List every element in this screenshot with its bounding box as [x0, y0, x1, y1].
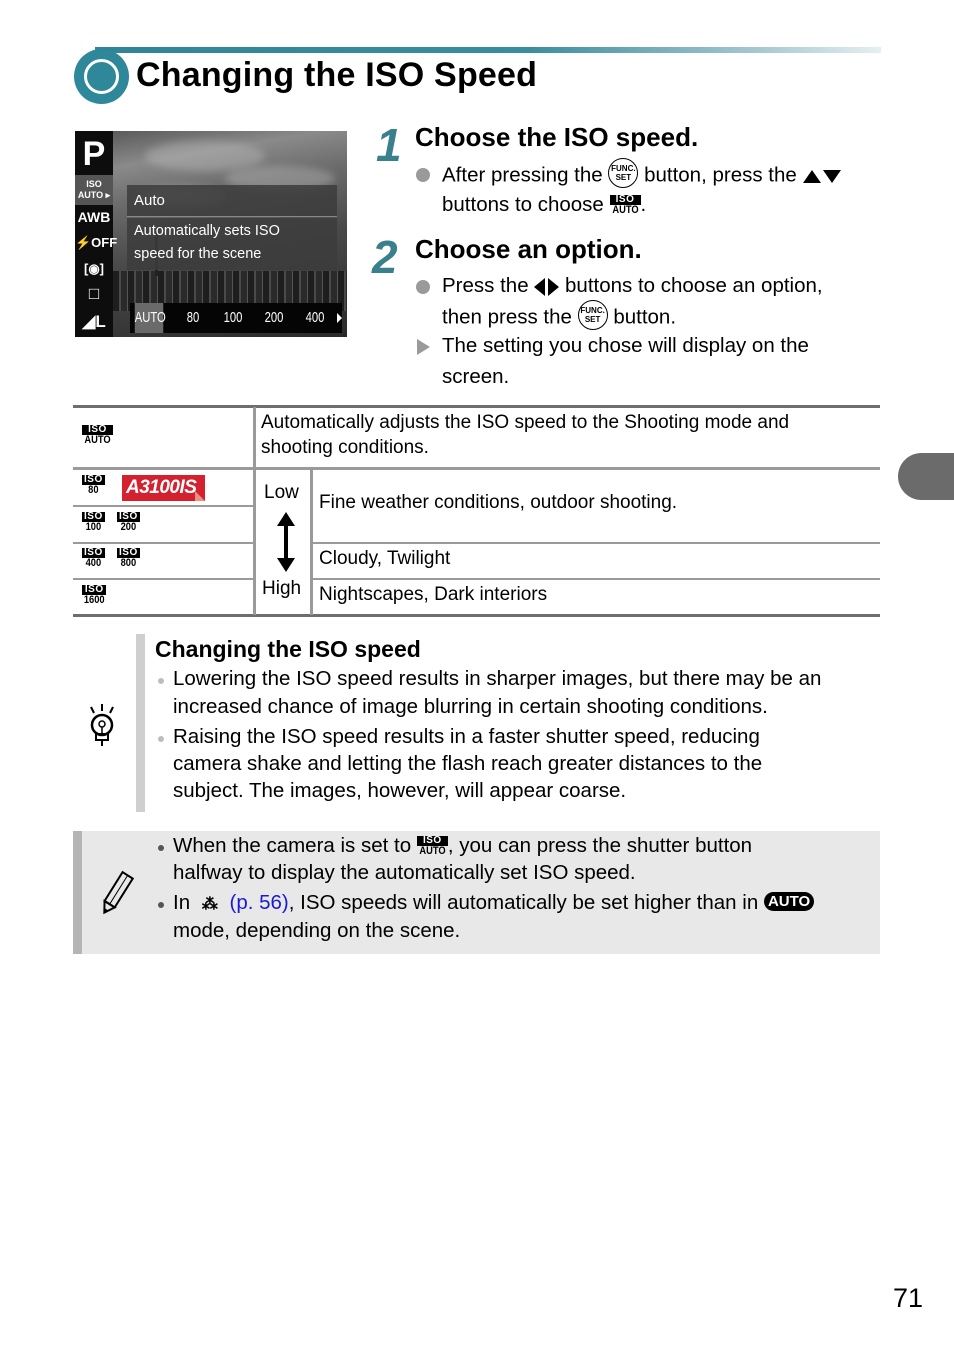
note-text: halfway to display the automatically set… — [173, 861, 636, 884]
page-link[interactable]: (p. 56) — [230, 891, 289, 914]
metering-icon: [◉] — [83, 261, 104, 276]
table-cell: Cloudy, Twilight — [319, 548, 451, 569]
iso-auto-icon: ISO AUTO — [609, 195, 641, 216]
bullet-icon — [158, 678, 164, 684]
step-instruction: After pressing the FUNC. SET button, pres… — [442, 158, 841, 191]
scale-low-label: Low — [264, 482, 299, 503]
table-cell: Nightscapes, Dark interiors — [319, 584, 548, 605]
bullet-icon — [158, 902, 164, 908]
tip-text: Raising the ISO speed results in a faste… — [173, 725, 760, 748]
iso-80-icon: ISO 80 — [82, 474, 105, 496]
lightbulb-icon — [90, 704, 114, 746]
iso-400-icon: ISO 400 — [82, 547, 105, 569]
note-divider — [73, 831, 82, 954]
note-text: mode, depending on the scene. — [173, 919, 461, 942]
tip-text: Lowering the ISO speed results in sharpe… — [173, 667, 822, 690]
left-arrow-icon — [534, 277, 546, 296]
step-result: screen. — [442, 365, 510, 388]
bullet-icon — [158, 736, 164, 742]
tip-divider — [136, 634, 145, 812]
tip-text: camera shake and letting the flash reach… — [173, 752, 763, 775]
bullet-icon — [416, 280, 430, 294]
iso-auto-icon: ISO AUTO — [82, 425, 113, 446]
table-cell: shooting conditions. — [261, 437, 429, 458]
table-cell: Fine weather conditions, outdoor shootin… — [319, 492, 678, 513]
down-arrow-icon — [822, 169, 841, 183]
scale-high-label: High — [262, 578, 302, 599]
page-title: Changing the ISO Speed — [136, 56, 538, 94]
bullet-icon — [416, 168, 430, 182]
iso-option: 200 — [264, 309, 284, 326]
auto-mode-icon: AUTO — [763, 892, 815, 912]
popup-title: Auto — [127, 185, 337, 217]
iso-option: 80 — [186, 309, 200, 326]
page-number: 71 — [893, 1283, 924, 1313]
tip-title: Changing the ISO speed — [155, 636, 421, 662]
drive-mode-icon: □ — [88, 284, 100, 303]
note-text: In ⁂ (p. 56), ISO speeds will automatica… — [173, 891, 815, 915]
tip-text: increased chance of image blurring in ce… — [173, 695, 768, 718]
bullet-icon — [158, 845, 164, 851]
step-result: The setting you chose will display on th… — [442, 334, 809, 357]
image-size-icon: ◢L — [82, 312, 106, 331]
table-cell: Automatically adjusts the ISO speed to t… — [261, 412, 790, 433]
step-instruction: buttons to choose ISO AUTO. — [442, 193, 647, 217]
tip-text: subject. The images, however, will appea… — [173, 779, 627, 802]
right-arrow-icon — [548, 277, 560, 296]
step-instruction: then press the FUNC. SET button. — [442, 300, 676, 333]
header-bar — [95, 47, 881, 53]
iso-800-icon: ISO 800 — [117, 547, 140, 569]
step-title: Choose an option. — [415, 234, 642, 264]
iso-option: 100 — [223, 309, 243, 326]
iso-option: AUTO — [134, 303, 166, 333]
iso-option: 400 — [305, 309, 325, 326]
func-set-button-icon: FUNC. SET — [608, 158, 639, 188]
iso-200-icon: ISO 200 — [117, 511, 140, 533]
double-arrow-icon — [277, 512, 295, 572]
step-title: Choose the ISO speed. — [415, 122, 699, 152]
iso-auto-menu-icon: ISO AUTO ▸ — [75, 175, 113, 205]
camera-screen: P ISO AUTO ▸ AWB ⚡OFF [◉] □ ◢L Auto Autom… — [75, 131, 347, 337]
func-set-button-icon: FUNC. SET — [577, 300, 608, 330]
chapter-tab — [898, 453, 954, 500]
step-instruction: Press the buttons to choose an option, — [442, 274, 823, 297]
camera-popup: Auto Automatically sets ISO speed for th… — [127, 185, 337, 271]
mode-label: P — [82, 135, 106, 173]
up-arrow-icon — [802, 169, 821, 183]
pencil-icon — [103, 870, 135, 915]
step-number: 2 — [372, 231, 398, 283]
flash-off-icon: ⚡OFF — [75, 235, 118, 250]
note-text: When the camera is set to ISO AUTO, you c… — [173, 834, 753, 858]
header-circle-icon — [74, 49, 129, 104]
iso-auto-icon: ISO AUTO — [416, 836, 448, 857]
iso-option-bar: AUTO 80 100 200 400 — [130, 303, 342, 333]
awb-icon: AWB — [77, 209, 111, 225]
right-arrow-icon — [337, 313, 342, 323]
iso-1600-icon: ISO 1600 — [82, 584, 107, 606]
low-light-scene-icon: ⁂ — [201, 896, 218, 913]
camera-left-menu: P ISO AUTO ▸ AWB ⚡OFF [◉] □ ◢L — [75, 131, 118, 337]
step-number: 1 — [376, 119, 402, 171]
popup-description: Automatically sets ISO speed for the sce… — [127, 218, 337, 270]
model-badge: A3100IS — [122, 475, 205, 501]
result-arrow-icon — [417, 339, 430, 355]
iso-100-icon: ISO 100 — [82, 511, 105, 533]
